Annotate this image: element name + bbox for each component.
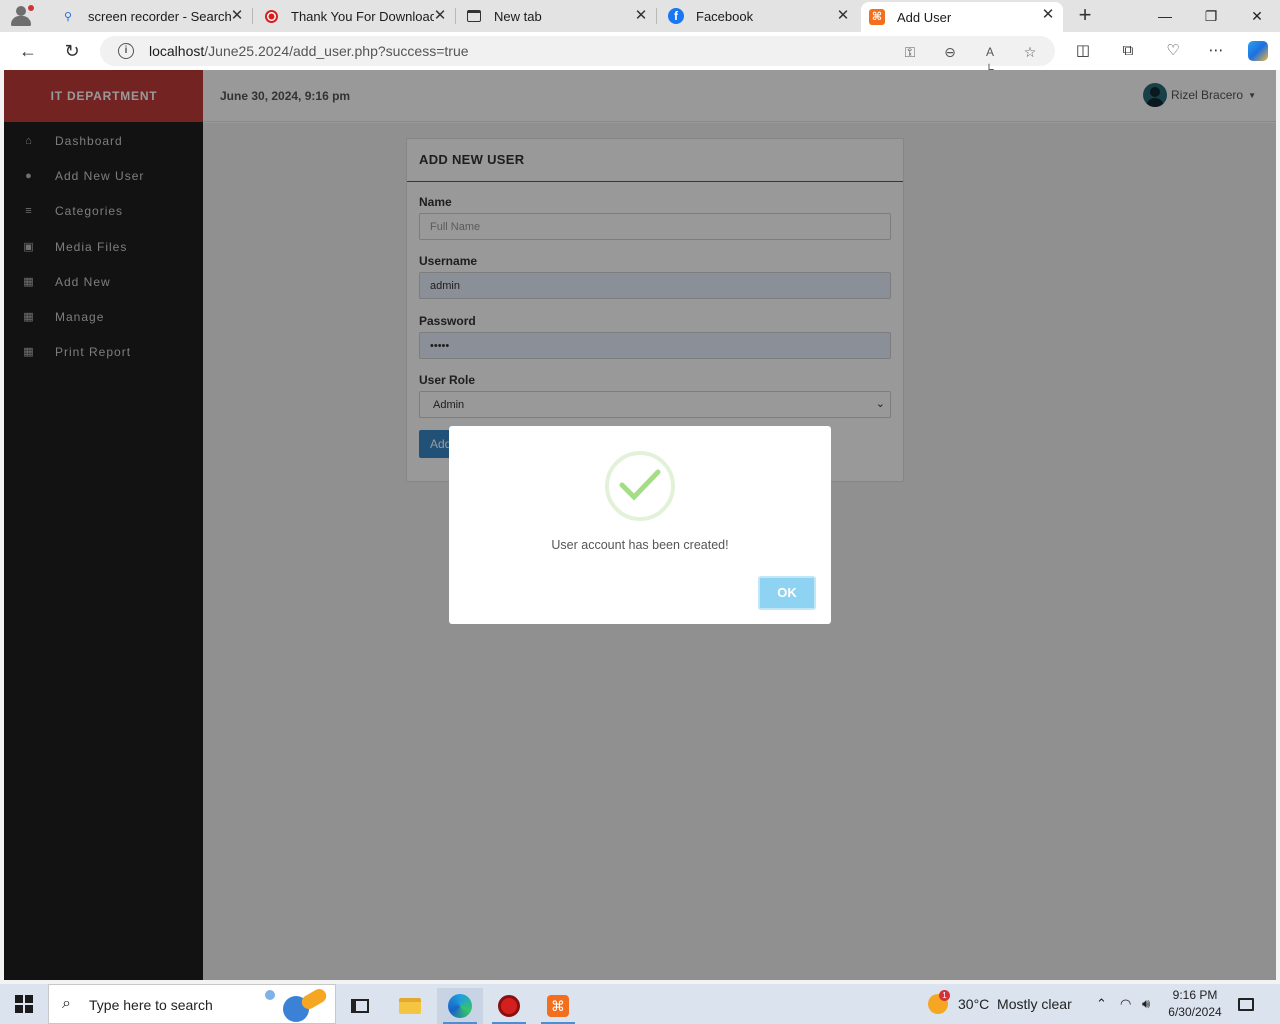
tab-title: Add User [897, 9, 952, 25]
success-check-icon [605, 451, 675, 521]
close-tab-icon[interactable]: ✕ [1039, 6, 1057, 24]
windows-logo-icon [15, 995, 33, 1013]
browser-tab[interactable]: ⚲ screen recorder - Search ✕ [52, 3, 253, 29]
url-path: /June25.2024/add_user.php?success=true [204, 43, 469, 59]
search-highlight-icon [261, 986, 331, 1022]
key-icon[interactable]: ⚿ [901, 43, 919, 61]
more-menu-icon[interactable]: ⋯ [1206, 41, 1226, 61]
volume-icon[interactable]: 🔊︎ [1142, 984, 1150, 1024]
back-icon[interactable]: ← [17, 40, 39, 62]
browser-essentials-icon[interactable]: ♡ [1163, 41, 1183, 61]
xampp-icon[interactable]: ⌘ [535, 988, 581, 1024]
collections-icon[interactable]: ⧉ [1118, 41, 1138, 61]
zoom-out-icon[interactable]: ⊖ [941, 43, 959, 61]
browser-tab-bar: ⚲ screen recorder - Search ✕ Thank You F… [0, 0, 1280, 32]
start-button[interactable] [0, 984, 48, 1024]
tab-title: Thank You For Downloading [291, 8, 434, 24]
screen-recorder-icon[interactable] [486, 988, 532, 1024]
system-clock[interactable]: 9:16 PM 6/30/2024 [1160, 987, 1230, 1021]
close-tab-icon[interactable]: ✕ [632, 7, 650, 25]
search-placeholder: Type here to search [89, 997, 213, 1013]
edge-browser-icon[interactable] [437, 988, 483, 1024]
favorite-star-icon[interactable]: ☆ [1021, 43, 1039, 61]
record-icon [263, 8, 279, 24]
ok-button[interactable]: OK [758, 576, 816, 610]
weather-text: 30°C Mostly clear [958, 996, 1072, 1012]
browser-toolbar: ← ↻ i localhost/June25.2024/add_user.php… [0, 32, 1280, 77]
search-icon: ⚲ [63, 10, 73, 23]
url-host: localhost [149, 43, 205, 59]
read-aloud-icon[interactable]: A⺊ [981, 43, 999, 77]
taskbar-search[interactable]: ⌕ Type here to search [48, 984, 336, 1024]
refresh-icon[interactable]: ↻ [61, 40, 83, 62]
copilot-icon[interactable] [1248, 41, 1268, 61]
facebook-icon: f [668, 8, 684, 24]
tab-title: Facebook [696, 8, 754, 24]
site-info-icon[interactable]: i [118, 43, 134, 59]
weather-badge: 1 [939, 990, 950, 1001]
close-tab-icon[interactable]: ✕ [834, 7, 852, 25]
clock-time: 9:16 PM [1172, 988, 1218, 1002]
task-view-icon[interactable] [337, 988, 383, 1024]
split-screen-icon[interactable]: ◫ [1073, 41, 1093, 61]
new-tab-button[interactable]: + [1074, 4, 1096, 27]
newtab-icon [466, 8, 482, 24]
weather-moon-icon: 1 [928, 990, 950, 1014]
browser-tab[interactable]: New tab ✕ [458, 3, 657, 29]
network-icon[interactable]: ◠ [1120, 984, 1131, 1024]
close-window-icon[interactable]: ✕ [1247, 6, 1267, 26]
browser-tab-active[interactable]: ⌘ Add User ✕ [861, 2, 1063, 32]
search-icon: ⌕ [62, 995, 71, 1012]
xampp-icon: ⌘ [869, 9, 885, 25]
profile-avatar-icon[interactable] [8, 3, 34, 29]
weather-widget[interactable]: 1 30°C Mostly clear [928, 984, 1072, 1024]
tab-title: screen recorder - Search [88, 8, 232, 24]
notifications-icon[interactable] [1238, 984, 1254, 1024]
restore-icon[interactable]: ❐ [1201, 6, 1221, 26]
minimize-icon[interactable]: — [1155, 6, 1175, 26]
dialog-message: User account has been created! [551, 538, 729, 552]
url-text[interactable]: localhost/June25.2024/add_user.php?succe… [149, 43, 469, 59]
windows-taskbar: ⌕ Type here to search ⌘ 1 30°C Mostly cl… [0, 984, 1280, 1024]
tab-title: New tab [494, 8, 542, 24]
address-bar[interactable]: i localhost/June25.2024/add_user.php?suc… [100, 36, 1055, 77]
web-page: IT DEPARTMENT ⌂ Dashboard ● Add New User… [4, 70, 1276, 980]
show-hidden-icons-icon[interactable]: ⌃ [1096, 984, 1107, 1024]
browser-tab[interactable]: Thank You For Downloading ✕ [255, 3, 456, 29]
clock-date: 6/30/2024 [1168, 1005, 1222, 1019]
close-tab-icon[interactable]: ✕ [431, 7, 449, 25]
browser-tab[interactable]: f Facebook ✕ [660, 3, 858, 29]
close-tab-icon[interactable]: ✕ [228, 7, 246, 25]
success-dialog: User account has been created! OK [449, 426, 831, 624]
file-explorer-icon[interactable] [387, 988, 433, 1024]
